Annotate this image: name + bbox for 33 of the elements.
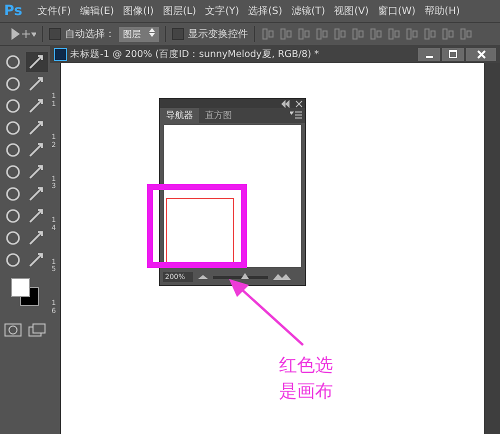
menu-item[interactable]: 帮助(H)	[424, 4, 460, 18]
menu-item[interactable]: 视图(V)	[334, 4, 369, 18]
collapse-close-icon[interactable]	[281, 100, 303, 108]
auto-select-label: 自动选择：	[65, 28, 115, 41]
panel-menu-icon[interactable]	[290, 111, 302, 119]
menu-item[interactable]: 选择(S)	[248, 4, 282, 18]
document-icon	[54, 48, 67, 60]
menu-item[interactable]: 图像(I)	[123, 4, 154, 18]
view-area-frame[interactable]	[166, 198, 234, 265]
up-down-caret-icon	[149, 28, 155, 36]
show-transform-checkbox[interactable]	[172, 28, 184, 40]
menu-item[interactable]: 文件(F)	[37, 4, 71, 18]
panel-tab[interactable]: 直方图	[199, 108, 238, 123]
panel-tab[interactable]: 导航器	[160, 108, 199, 123]
restore-button[interactable]	[442, 48, 464, 60]
close-button[interactable]	[466, 48, 496, 60]
vertical-scrollbar[interactable]	[484, 63, 500, 434]
annotation-text: 是画布	[279, 380, 333, 404]
close-icon	[476, 50, 486, 58]
move-tool-icon[interactable]	[10, 27, 36, 41]
show-transform-label: 显示变换控件	[188, 28, 248, 41]
annotation-text: 红色选	[279, 354, 333, 378]
app-logo[interactable]: Ps	[4, 3, 22, 19]
zoom-out-icon[interactable]	[197, 274, 209, 280]
menu-item[interactable]: 图层(L)	[162, 4, 196, 18]
menu-item[interactable]: 编辑(E)	[80, 4, 114, 18]
auto-select-checkbox[interactable]	[49, 28, 61, 40]
minimize-button[interactable]	[418, 48, 440, 60]
menu-item[interactable]: 滤镜(T)	[291, 4, 326, 18]
target-dropdown[interactable]: 图层	[119, 26, 159, 42]
menu-item[interactable]: 文字(Y)	[205, 4, 240, 18]
zoom-in-icon[interactable]	[272, 273, 292, 281]
menu-item[interactable]: 窗口(W)	[378, 4, 416, 18]
